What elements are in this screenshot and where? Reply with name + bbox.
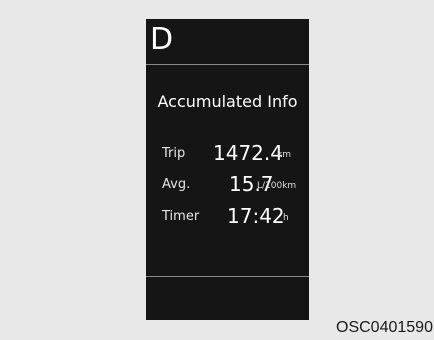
figure-code: OSC0401590 [336, 319, 433, 336]
bottom-divider [146, 276, 309, 277]
avg-row: Avg. 15.7 L/100km [146, 171, 309, 199]
avg-label: Avg. [162, 177, 191, 192]
gear-indicator: D [150, 22, 174, 57]
avg-unit: L/100km [257, 181, 297, 191]
cluster-display: D Accumulated Info Trip 1472.4 km Avg. 1… [146, 19, 309, 320]
trip-label: Trip [162, 146, 186, 161]
trip-unit: km [277, 150, 291, 160]
display-title: Accumulated Info [157, 92, 298, 111]
trip-value: 1472.4 [213, 141, 283, 165]
trip-row: Trip 1472.4 km [146, 140, 309, 168]
top-divider [146, 64, 309, 65]
timer-label: Timer [162, 209, 200, 224]
timer-unit: h [283, 213, 289, 223]
timer-value: 17:42 [227, 204, 285, 228]
timer-row: Timer 17:42 h [146, 203, 309, 231]
